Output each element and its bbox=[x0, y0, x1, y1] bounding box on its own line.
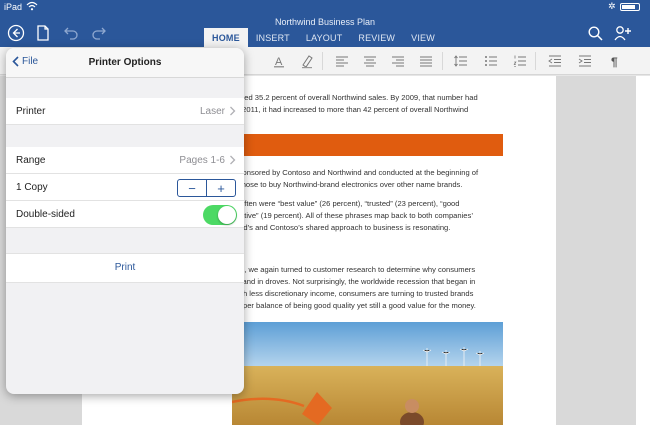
tab-view[interactable]: VIEW bbox=[403, 28, 443, 47]
app-bar: iPad ✲ Northwind Business Plan HOME INSE… bbox=[0, 0, 650, 47]
svg-text:¶: ¶ bbox=[611, 55, 618, 69]
printer-label: Printer bbox=[16, 106, 46, 117]
print-row: Print bbox=[6, 253, 244, 283]
justify-icon[interactable] bbox=[418, 53, 434, 69]
chevron-right-icon bbox=[230, 155, 236, 165]
ribbon-separator bbox=[442, 52, 443, 70]
doc-text-line: nds, we again turned to customer researc… bbox=[232, 265, 476, 274]
printer-options-popover: File Printer Options Printer Laser Range… bbox=[6, 48, 244, 394]
add-user-icon[interactable] bbox=[612, 22, 634, 44]
doc-text-line: prised 35.2 percent of overall Northwind… bbox=[232, 93, 478, 102]
align-left-icon[interactable] bbox=[334, 53, 350, 69]
print-button[interactable]: Print bbox=[6, 262, 244, 273]
decrease-indent-icon[interactable] bbox=[547, 53, 563, 69]
double-sided-row: Double-sided bbox=[6, 201, 244, 228]
popover-header: File Printer Options bbox=[6, 48, 244, 78]
decrement-copies-button[interactable]: − bbox=[178, 180, 206, 196]
align-right-icon[interactable] bbox=[390, 53, 406, 69]
ribbon-separator bbox=[535, 52, 536, 70]
range-label: Range bbox=[16, 155, 46, 166]
wifi-icon bbox=[26, 1, 38, 11]
increase-indent-icon[interactable] bbox=[577, 53, 593, 69]
bullets-icon[interactable] bbox=[483, 53, 499, 69]
heading-highlight bbox=[232, 134, 503, 156]
line-spacing-icon[interactable] bbox=[453, 53, 469, 69]
doc-text-line: ovative” (19 percent). All of these phra… bbox=[232, 211, 474, 220]
battery-icon bbox=[620, 3, 640, 11]
ribbon-tabs: HOME INSERT LAYOUT REVIEW VIEW bbox=[204, 28, 443, 47]
kite-field-photo[interactable] bbox=[232, 322, 503, 425]
right-gutter bbox=[636, 76, 650, 425]
toggle-knob bbox=[218, 206, 236, 224]
range-row[interactable]: Range Pages 1-6 bbox=[6, 147, 244, 174]
doc-text-line: wind’s and Contoso’s shared approach to … bbox=[232, 223, 451, 232]
copies-label: 1 Copy bbox=[16, 182, 48, 193]
status-bar: iPad ✲ bbox=[0, 0, 650, 13]
tab-layout[interactable]: LAYOUT bbox=[298, 28, 351, 47]
tab-review[interactable]: REVIEW bbox=[350, 28, 403, 47]
doc-text-line: -sponsored by Contoso and Northwind and … bbox=[232, 168, 479, 177]
chevron-right-icon bbox=[230, 106, 236, 116]
increment-copies-button[interactable]: + bbox=[206, 180, 235, 196]
doc-text-line: l brand in droves. Not surprisingly, the… bbox=[232, 277, 476, 286]
printer-row[interactable]: Printer Laser bbox=[6, 98, 244, 125]
doc-text-line: proper balance of being good quality yet… bbox=[232, 301, 476, 310]
copies-row: 1 Copy − + bbox=[6, 174, 244, 201]
ribbon-separator bbox=[322, 52, 323, 70]
highlight-icon[interactable] bbox=[299, 53, 315, 69]
redo-icon[interactable] bbox=[88, 22, 110, 44]
carrier-label: iPad bbox=[4, 2, 23, 12]
doc-text-line: st often were “best value” (26 percent),… bbox=[232, 199, 460, 208]
bluetooth-icon: ✲ bbox=[608, 1, 616, 11]
pilcrow-icon[interactable]: ¶ bbox=[607, 53, 623, 69]
range-value: Pages 1-6 bbox=[179, 155, 225, 166]
popover-title: Printer Options bbox=[88, 57, 162, 68]
back-circle-icon[interactable] bbox=[5, 22, 27, 44]
doc-text-line: With less discretionary income, consumer… bbox=[232, 289, 474, 298]
font-color-icon[interactable]: A bbox=[271, 53, 287, 69]
printer-value: Laser bbox=[199, 106, 225, 117]
double-sided-toggle[interactable] bbox=[203, 205, 237, 225]
copies-stepper: − + bbox=[177, 179, 236, 197]
tab-home[interactable]: HOME bbox=[204, 28, 248, 47]
doc-text-line: by 2011, it had increased to more than 4… bbox=[232, 105, 469, 114]
search-icon[interactable] bbox=[584, 22, 606, 44]
double-sided-label: Double-sided bbox=[16, 209, 75, 220]
doc-text-line: y chose to buy Northwind-brand electroni… bbox=[232, 180, 463, 189]
align-center-icon[interactable] bbox=[362, 53, 378, 69]
numbering-icon[interactable] bbox=[512, 53, 528, 69]
tab-insert[interactable]: INSERT bbox=[248, 28, 298, 47]
undo-icon[interactable] bbox=[60, 22, 82, 44]
document-icon[interactable] bbox=[32, 22, 54, 44]
